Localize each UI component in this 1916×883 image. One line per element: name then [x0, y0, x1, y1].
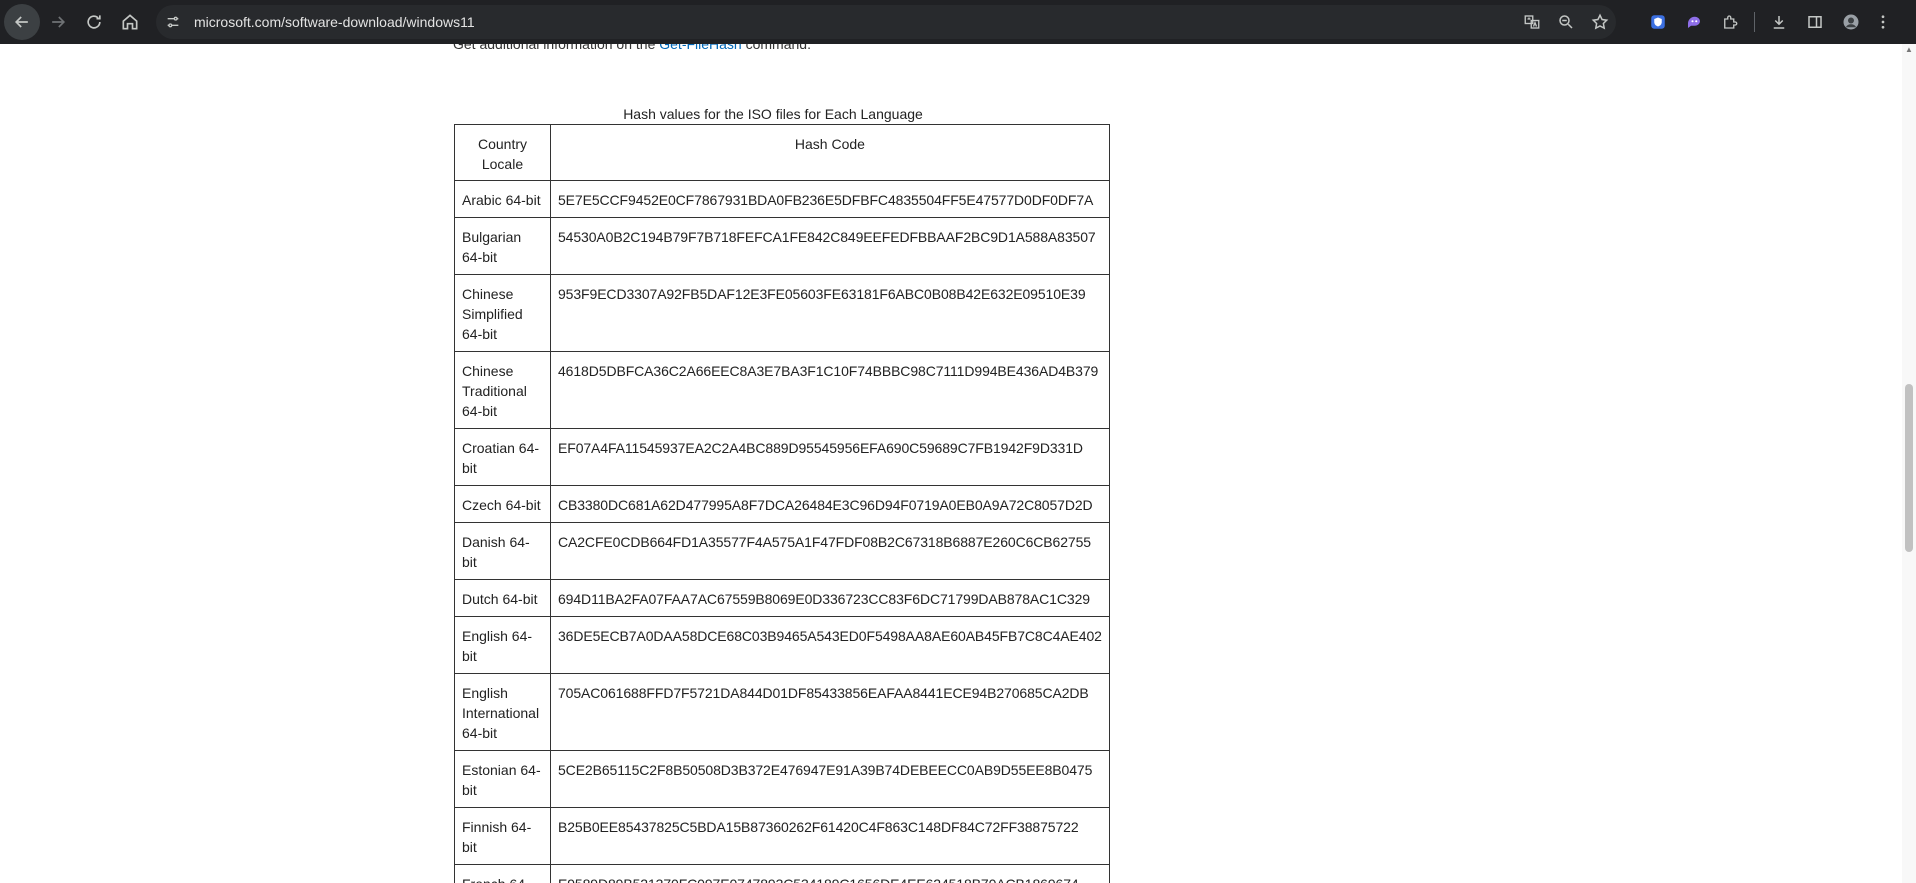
- intro-text-before: Get additional information on the: [453, 44, 660, 52]
- hash-cell: E9589D89B521370FC097E0747893C534189C1656…: [550, 864, 1110, 883]
- locale-cell: Danish 64-bit: [454, 522, 551, 580]
- table-row: English 64-bit 36DE5ECB7A0DAA58DCE68C03B9…: [454, 616, 1110, 674]
- table-row: Dutch 64-bit 694D11BA2FA07FAA7AC67559B806…: [454, 579, 1110, 617]
- locale-cell: Croatian 64-bit: [454, 428, 551, 486]
- menu-button[interactable]: [1869, 4, 1897, 40]
- hash-cell: 4618D5DBFCA36C2A66EEC8A3E7BA3F1C10F74BBB…: [550, 351, 1110, 429]
- tune-icon: [167, 16, 179, 28]
- zoom-icon: [1559, 15, 1573, 29]
- locale-cell: Finnish 64-bit: [454, 807, 551, 865]
- more-vert-icon: [1881, 15, 1885, 29]
- table-row: English International 64-bit 705AC061688F…: [454, 673, 1110, 751]
- side-panel-button[interactable]: [1797, 4, 1833, 40]
- hash-cell: 5E7E5CCF9452E0CF7867931BDA0FB236E5DFBFC4…: [550, 180, 1110, 218]
- shield-extension-icon: [1651, 15, 1665, 29]
- puzzle-icon: [1724, 15, 1738, 29]
- hash-cell: 705AC061688FFD7F5721DA844D01DF85433856EA…: [550, 673, 1110, 751]
- bookmark-button[interactable]: [1584, 6, 1616, 38]
- zoom-button[interactable]: [1550, 6, 1582, 38]
- translate-button[interactable]: [1516, 6, 1548, 38]
- home-icon: [122, 14, 138, 30]
- table-row: Estonian 64-bit 5CE2B65115C2F8B50508D3B37…: [454, 750, 1110, 808]
- locale-cell: French 64-bit: [454, 864, 551, 883]
- browser-toolbar: microsoft.com/software-download/windows1…: [0, 0, 1916, 44]
- downloads-button[interactable]: [1761, 4, 1797, 40]
- side-panel-icon: [1808, 16, 1822, 28]
- locale-cell: English International 64-bit: [454, 673, 551, 751]
- locale-cell: Chinese Traditional 64-bit: [454, 351, 551, 429]
- hash-cell: 5CE2B65115C2F8B50508D3B372E476947E91A39B…: [550, 750, 1110, 808]
- hash-cell: EF07A4FA11545937EA2C2A4BC889D95545956EFA…: [550, 428, 1110, 486]
- toolbar-separator: [1754, 12, 1755, 32]
- hash-table: Country Locale Hash Code Arabic 64-bit 5E…: [454, 124, 1110, 883]
- locale-cell: Dutch 64-bit: [454, 579, 551, 617]
- reload-icon: [87, 15, 101, 29]
- reload-button[interactable]: [76, 4, 112, 40]
- extension-ai-button[interactable]: [1676, 4, 1712, 40]
- avatar-icon: [1843, 14, 1859, 30]
- table-caption: Hash values for the ISO files for Each L…: [623, 106, 923, 122]
- star-icon: [1591, 13, 1609, 30]
- table-row: French 64-bitE9589D89B521370FC097E074789…: [454, 864, 1110, 883]
- download-icon: [1773, 16, 1785, 29]
- arrow-right-icon: [52, 16, 66, 28]
- locale-cell: Czech 64-bit: [454, 485, 551, 523]
- page-content: Get additional information on the Get-Fi…: [0, 44, 1916, 883]
- locale-cell: Estonian 64-bit: [454, 750, 551, 808]
- table-row: Finnish 64-bit B25B0EE85437825C5BDA15B873…: [454, 807, 1110, 865]
- hash-cell: 54530A0B2C194B79F7B718FEFCA1FE842C849EEF…: [550, 217, 1110, 275]
- table-header-row: Country Locale Hash Code: [454, 124, 1110, 181]
- hash-cell: CA2CFE0CDB664FD1A35577F4A575A1F47FDF08B2…: [550, 522, 1110, 580]
- table-row: Bulgarian 64-bit 54530A0B2C194B79F7B718FE…: [454, 217, 1110, 275]
- arrow-left-icon: [14, 16, 28, 28]
- hash-cell: 953F9ECD3307A92FB5DAF12E3FE05603FE63181F…: [550, 274, 1110, 352]
- table-row: Chinese Traditional 64-bit 4618D5DBFCA36C…: [454, 351, 1110, 429]
- intro-text-after: command.: [741, 44, 811, 52]
- scroll-thumb[interactable]: [1905, 384, 1913, 552]
- table-row: Arabic 64-bit 5E7E5CCF9452E0CF7867931BDA0…: [454, 180, 1110, 218]
- header-hash-code: Hash Code: [550, 124, 1110, 181]
- scroll-up-arrow[interactable]: ▲: [1905, 46, 1913, 54]
- translate-icon: [1524, 15, 1540, 29]
- profile-button[interactable]: [1833, 4, 1869, 40]
- site-info-button[interactable]: [156, 5, 190, 39]
- url-text[interactable]: microsoft.com/software-download/windows1…: [194, 14, 475, 30]
- locale-cell: Bulgarian 64-bit: [454, 217, 551, 275]
- hash-cell: 36DE5ECB7A0DAA58DCE68C03B9465A543ED0F549…: [550, 616, 1110, 674]
- extension-shield-button[interactable]: [1640, 4, 1676, 40]
- ai-extension-icon: [1688, 16, 1700, 28]
- locale-cell: English 64-bit: [454, 616, 551, 674]
- table-row: Croatian 64-bit EF07A4FA11545937EA2C2A4BC…: [454, 428, 1110, 486]
- locale-cell: Arabic 64-bit: [454, 180, 551, 218]
- table-row: Czech 64-bit CB3380DC681A62D477995A8F7DCA…: [454, 485, 1110, 523]
- locale-cell: Chinese Simplified 64-bit: [454, 274, 551, 352]
- home-button[interactable]: [112, 4, 148, 40]
- table-row: Danish 64-bit CA2CFE0CDB664FD1A35577F4A57…: [454, 522, 1110, 580]
- hash-cell: 694D11BA2FA07FAA7AC67559B8069E0D336723CC…: [550, 579, 1110, 617]
- vertical-scrollbar[interactable]: ▲: [1902, 44, 1916, 883]
- address-bar[interactable]: microsoft.com/software-download/windows1…: [156, 5, 1616, 39]
- hash-cell: CB3380DC681A62D477995A8F7DCA26484E3C96D9…: [550, 485, 1110, 523]
- extensions-button[interactable]: [1712, 4, 1748, 40]
- forward-button[interactable]: [40, 4, 76, 40]
- get-filehash-link[interactable]: Get-FileHash: [659, 44, 741, 52]
- table-row: Chinese Simplified 64-bit 953F9ECD3307A92…: [454, 274, 1110, 352]
- header-country-locale: Country Locale: [454, 124, 551, 181]
- back-button[interactable]: [4, 4, 40, 40]
- intro-text: Get additional information on the Get-Fi…: [453, 44, 811, 52]
- hash-cell: B25B0EE85437825C5BDA15B87360262F61420C4F…: [550, 807, 1110, 865]
